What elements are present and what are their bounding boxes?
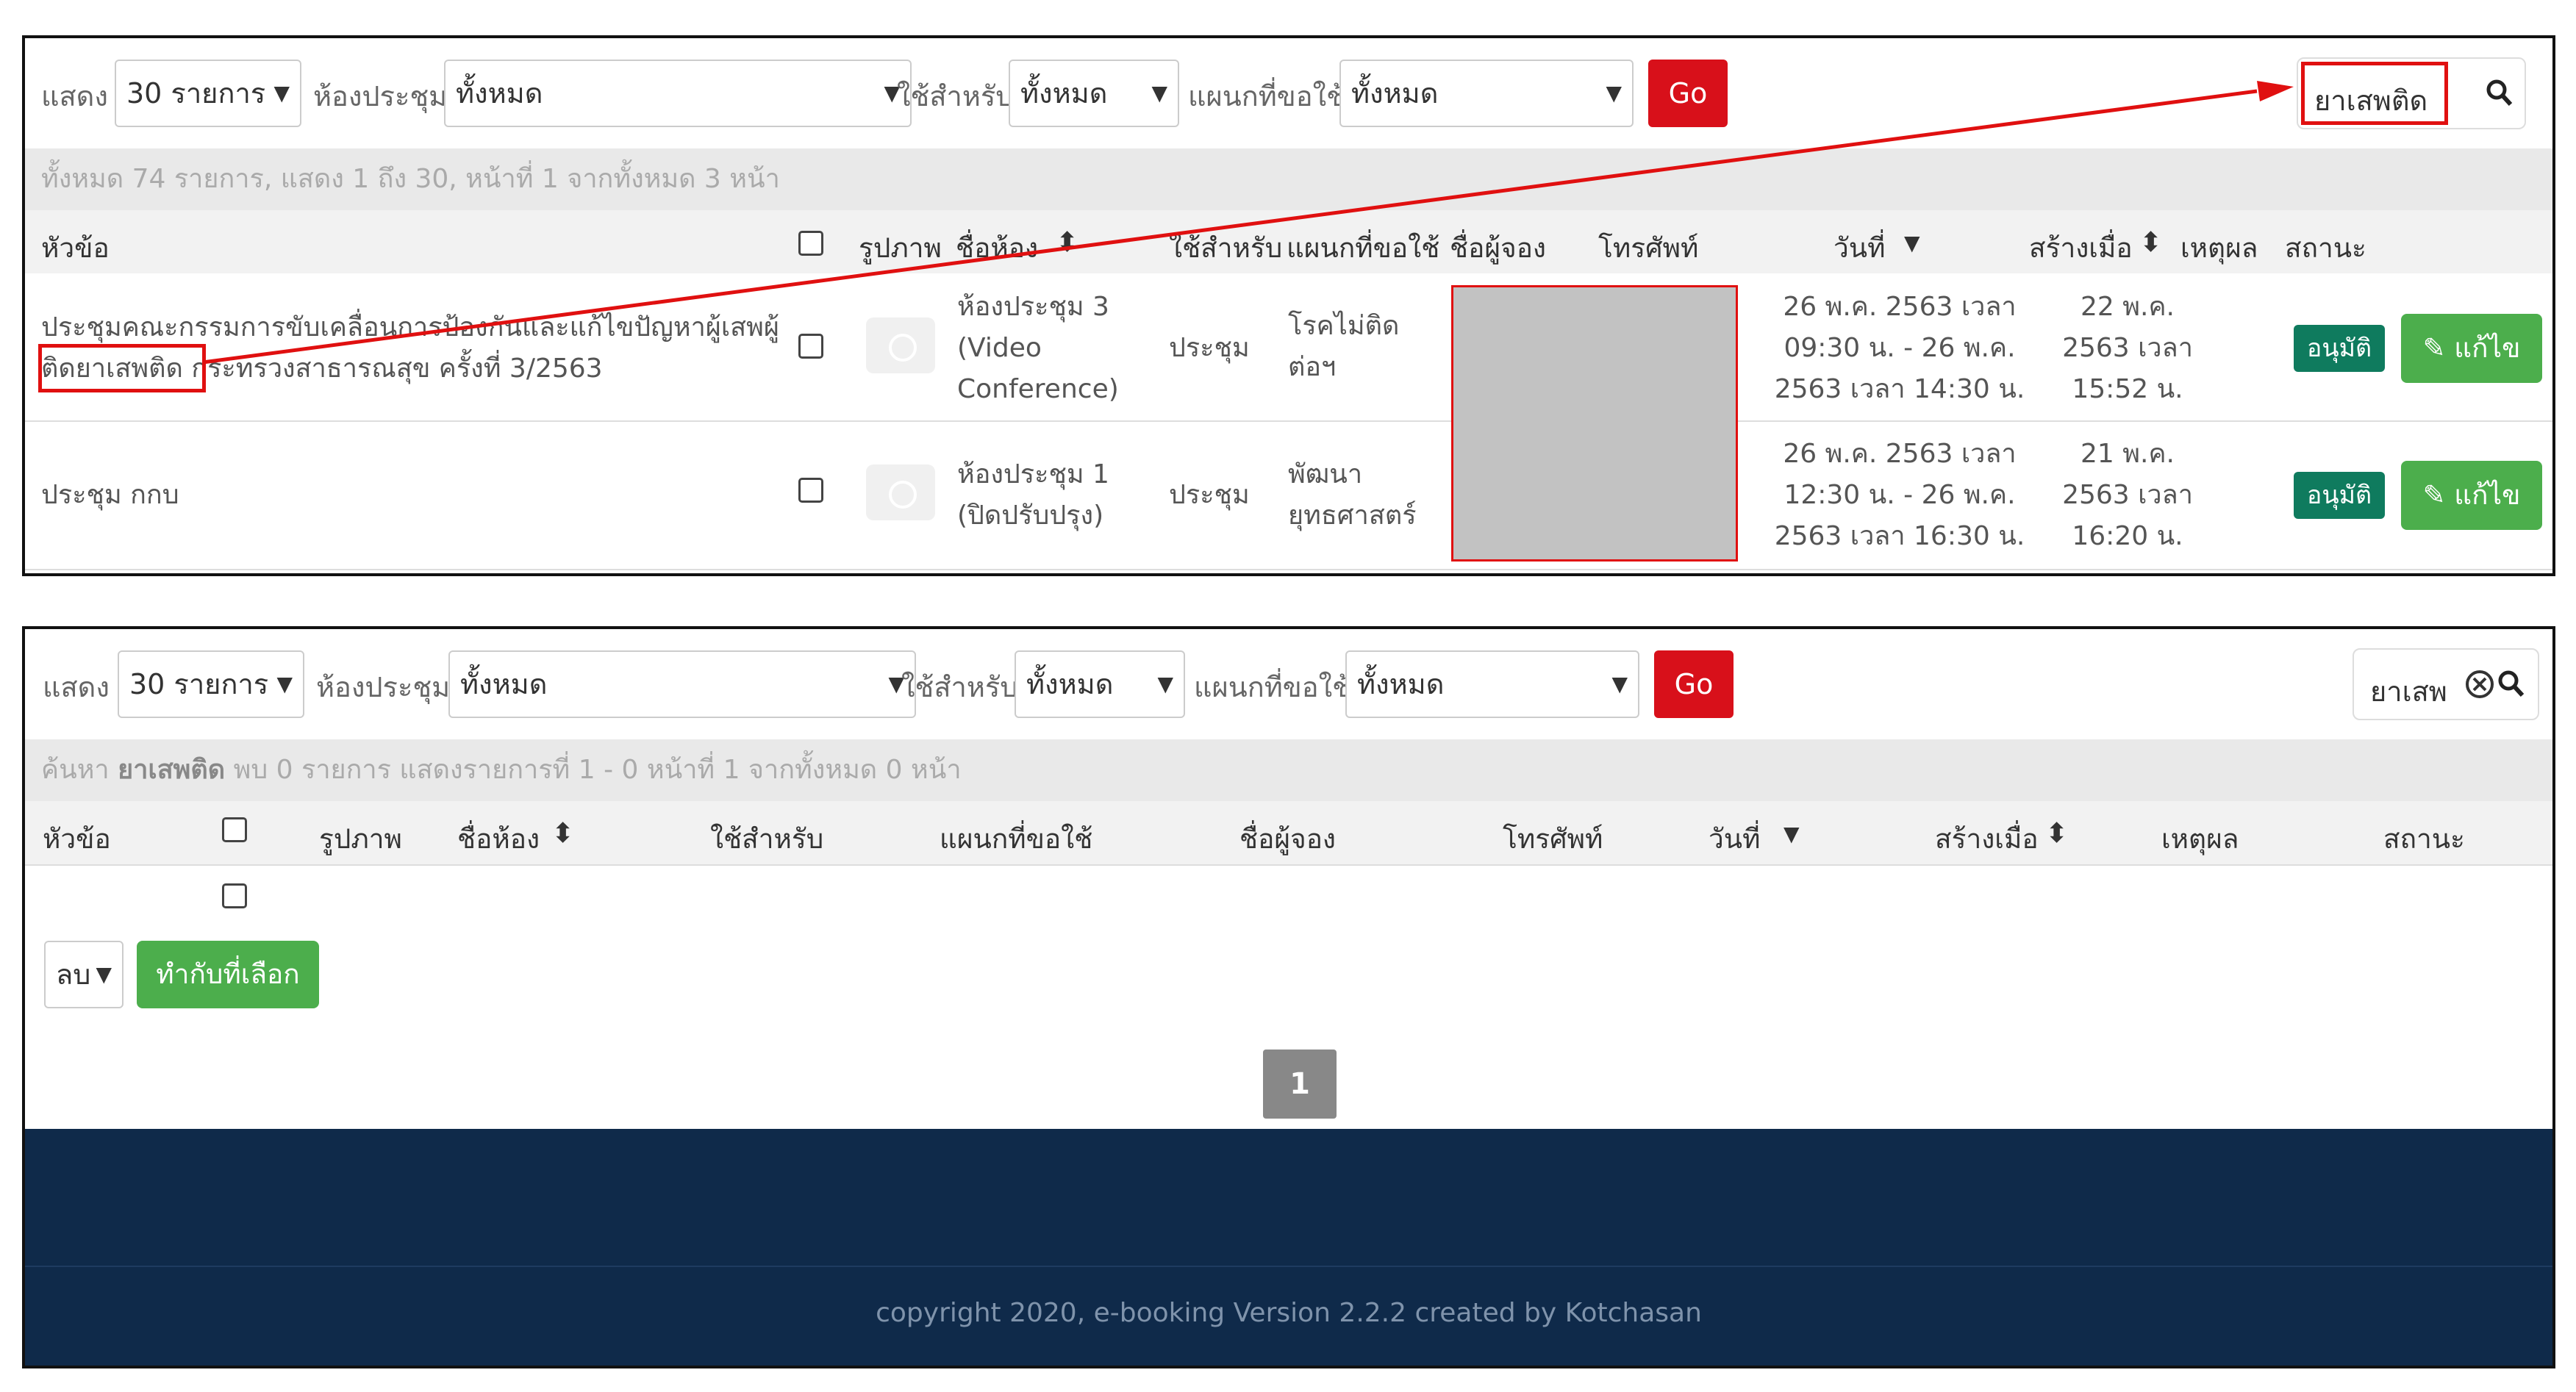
col-status: สถานะ (2383, 823, 2465, 855)
col-image: รูปภาพ (319, 823, 402, 855)
col-room[interactable]: ชื่อห้อง (457, 817, 540, 861)
room-label: ห้องประชุม (316, 671, 451, 703)
result-summary: ค้นหา ยาเสพติด พบ 0 รายการ แสดงรายการที่… (25, 739, 2552, 801)
clear-icon[interactable] (2463, 667, 2497, 701)
bulk-action-select[interactable]: ลบ ▼ (44, 941, 124, 1008)
filter-toolbar: แสดง 30 รายการ ▼ ห้องประชุม ทั้งหมด ▼ ใช… (25, 629, 2552, 739)
copyright-text: copyright 2020, e-booking Version 2.2.2 … (876, 1298, 1702, 1328)
room-select[interactable]: ทั้งหมด ▼ (448, 650, 916, 718)
room-value: ทั้งหมด (460, 668, 548, 700)
show-count-select[interactable]: 30 รายการ ▼ (118, 650, 304, 718)
empty-row-checkbox[interactable] (222, 883, 247, 908)
col-reason: เหตุผล (2161, 823, 2239, 855)
chevron-down-icon: ▼ (1157, 672, 1173, 696)
col-created[interactable]: สร้างเมื่อ (1935, 817, 2039, 861)
show-count-value: 30 รายการ (129, 668, 269, 700)
use-value: ทั้งหมด (1026, 668, 1114, 700)
search-input[interactable]: ยาเสพ (2370, 669, 2451, 714)
bottom-screenshot-panel: แสดง 30 รายการ ▼ ห้องประชุม ทั้งหมด ▼ ใช… (22, 626, 2555, 1368)
col-booker: ชื่อผู้จอง (1239, 823, 1336, 855)
search-box[interactable]: ยาเสพ (2353, 648, 2539, 720)
chevron-down-icon: ▼ (276, 672, 293, 696)
col-use: ใช้สำหรับ (710, 823, 824, 855)
sort-icon[interactable]: ⬍ (2045, 817, 2068, 849)
show-label: แสดง (43, 671, 110, 703)
dept-label: แผนกที่ขอใช้ (1194, 671, 1351, 703)
table-header: หัวข้อ รูปภาพ ชื่อห้อง ⬍ ใช้สำหรับ แผนกท… (25, 801, 2552, 866)
select-all-checkbox[interactable] (222, 817, 247, 842)
col-phone: โทรศัพท์ (1503, 823, 1603, 855)
search-icon[interactable] (2497, 667, 2526, 700)
chevron-down-icon: ▼ (1611, 672, 1628, 696)
chevron-down-icon: ▼ (96, 962, 112, 986)
bulk-apply-button[interactable]: ทำกับที่เลือก (137, 941, 319, 1008)
pagination-page-button[interactable]: 1 (1263, 1050, 1337, 1119)
sort-icon[interactable]: ⬍ (551, 817, 574, 849)
summary-suffix: พบ 0 รายการ แสดงรายการที่ 1 - 0 หน้าที่ … (225, 755, 962, 785)
go-button[interactable]: Go (1654, 650, 1734, 718)
col-dept: แผนกที่ขอใช้ (940, 823, 1093, 855)
col-date[interactable]: วันที่ (1709, 817, 1760, 861)
dept-select[interactable]: ทั้งหมด ▼ (1345, 650, 1639, 718)
sort-down-icon[interactable]: ▼ (1783, 822, 1800, 846)
annotation-arrow (202, 81, 2294, 365)
bulk-action-value: ลบ (56, 958, 91, 991)
footer-divider (25, 1266, 2552, 1267)
summary-keyword: ยาเสพติด (118, 755, 226, 785)
summary-prefix: ค้นหา (41, 755, 118, 785)
col-topic: หัวข้อ (43, 823, 111, 855)
dept-value: ทั้งหมด (1357, 668, 1445, 700)
use-select[interactable]: ทั้งหมด ▼ (1015, 650, 1185, 718)
page-footer: copyright 2020, e-booking Version 2.2.2 … (25, 1129, 2552, 1366)
use-label: ใช้สำหรับ (901, 671, 1018, 703)
